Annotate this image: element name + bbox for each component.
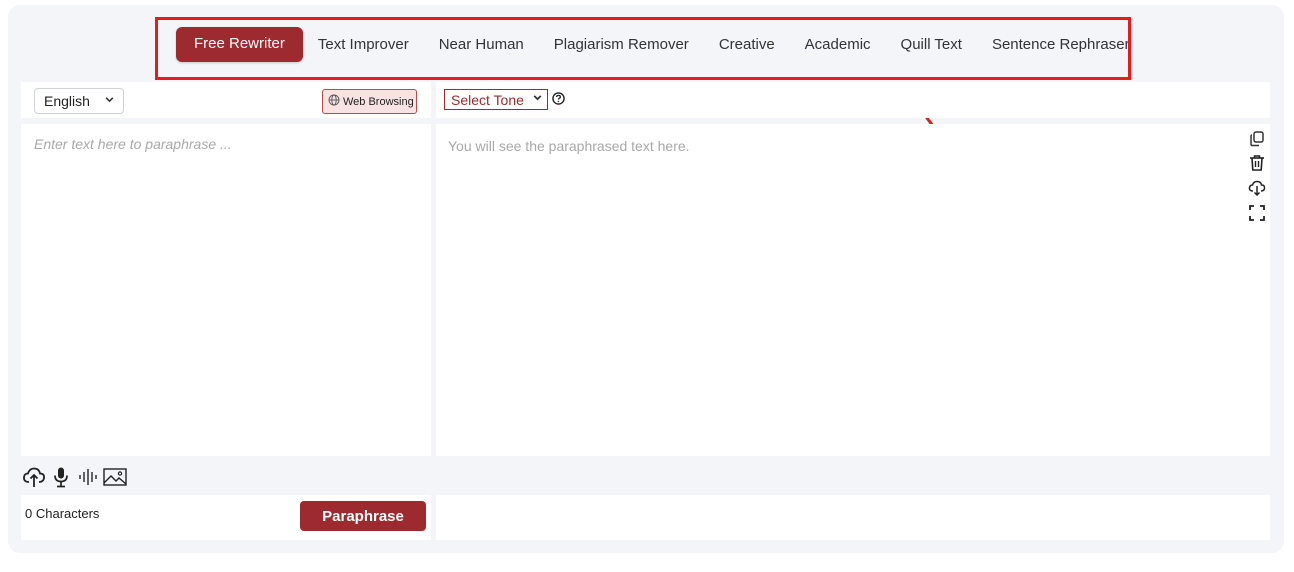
output-footer: [436, 495, 1270, 540]
image-icon[interactable]: [103, 466, 127, 488]
output-placeholder: You will see the paraphrased text here.: [448, 138, 690, 154]
trash-icon[interactable]: [1248, 154, 1266, 172]
chevron-down-icon: [532, 92, 543, 106]
input-textarea[interactable]: [21, 124, 431, 456]
globe-icon: [328, 94, 340, 109]
download-icon[interactable]: [1248, 179, 1266, 197]
chevron-down-icon: [104, 94, 115, 108]
input-placeholder: Enter text here to paraphrase ...: [34, 136, 232, 152]
language-select-value: English: [44, 93, 90, 109]
tone-select[interactable]: Select Tone: [444, 89, 548, 110]
audio-wave-icon[interactable]: [78, 466, 98, 488]
web-browsing-label: Web Browsing: [343, 95, 414, 108]
output-area: [436, 124, 1270, 456]
upload-cloud-icon[interactable]: [22, 466, 46, 488]
help-icon[interactable]: [552, 92, 565, 105]
language-select[interactable]: English: [34, 88, 124, 114]
annotation-highlight-box: [155, 17, 1131, 80]
tone-select-value: Select Tone: [451, 91, 524, 108]
web-browsing-button[interactable]: Web Browsing: [322, 89, 417, 114]
character-count: 0 Characters: [25, 506, 100, 521]
fullscreen-icon[interactable]: [1248, 204, 1266, 222]
paraphrase-button[interactable]: Paraphrase: [300, 501, 426, 531]
microphone-icon[interactable]: [52, 466, 70, 488]
copy-icon[interactable]: [1248, 130, 1266, 148]
